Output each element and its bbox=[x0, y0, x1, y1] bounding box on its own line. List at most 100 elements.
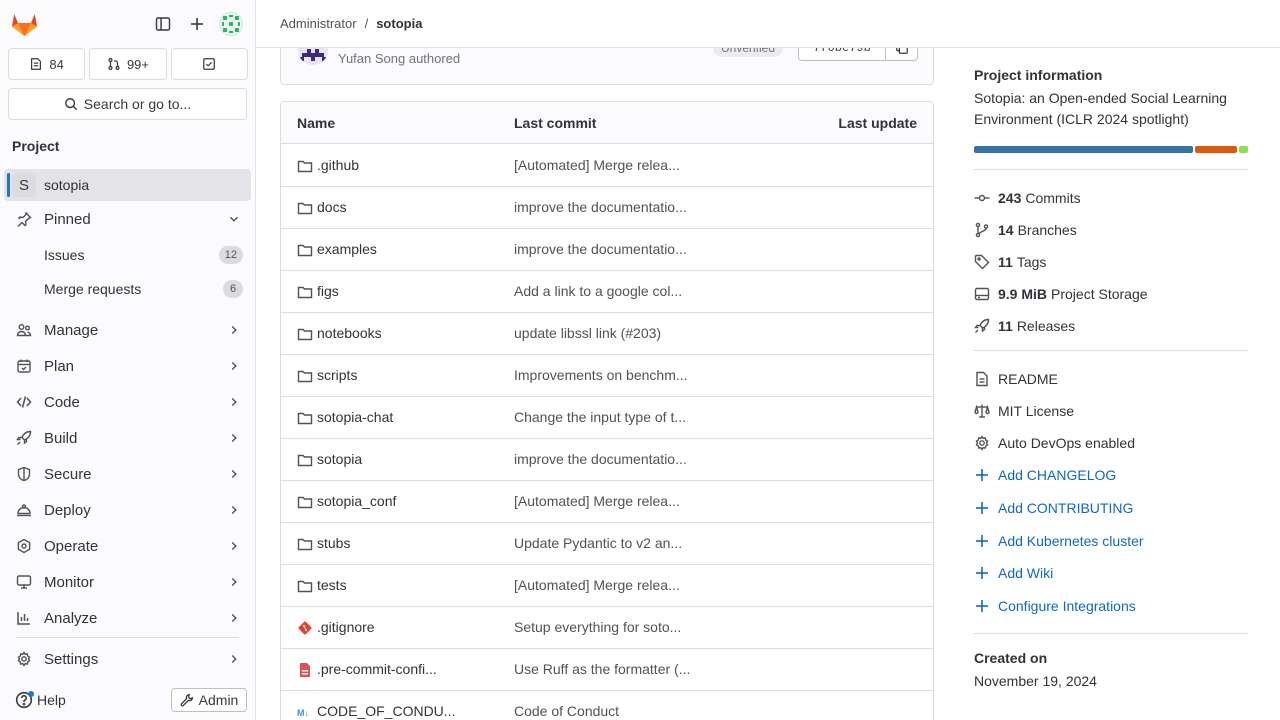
table-row[interactable]: sotopia-chat Change the input type of t..… bbox=[281, 397, 933, 439]
add-contributing-link[interactable]: Add CONTRIBUTING bbox=[974, 498, 1133, 518]
chevron-right-icon bbox=[231, 614, 237, 622]
commit-message-link[interactable]: improve the documentatio... bbox=[514, 199, 687, 215]
file-link-label: Auto DevOps enabled bbox=[998, 435, 1135, 451]
issues-badge: 12 bbox=[218, 246, 243, 264]
sidebar-item-monitor[interactable]: Monitor bbox=[4, 566, 251, 598]
file-name-link[interactable]: notebooks bbox=[317, 325, 382, 341]
sidebar-item-merge-requests[interactable]: Merge requests 6 bbox=[4, 273, 251, 305]
license-link[interactable]: MIT License bbox=[974, 401, 1074, 421]
notification-dot bbox=[28, 691, 34, 697]
table-row[interactable]: figs Add a link to a google col... bbox=[281, 271, 933, 313]
table-row[interactable]: docs improve the documentatio... bbox=[281, 187, 933, 229]
table-row[interactable]: .pre-commit-confi... Use Ruff as the form… bbox=[281, 649, 933, 691]
issues-count-button[interactable]: 84 bbox=[8, 48, 86, 80]
commit-message-link[interactable]: update libssl link (#203) bbox=[514, 325, 661, 341]
sidebar-item-code[interactable]: Code bbox=[4, 386, 251, 418]
sidebar-project-item[interactable]: S sotopia bbox=[4, 169, 251, 201]
readme-link[interactable]: README bbox=[974, 369, 1058, 389]
sidebar-item-build[interactable]: Build bbox=[4, 422, 251, 454]
add-kubernetes-cluster-link[interactable]: Add Kubernetes cluster bbox=[974, 531, 1144, 551]
table-row[interactable]: stubs Update Pydantic to v2 an... bbox=[281, 523, 933, 565]
help-button[interactable]: Help bbox=[15, 691, 66, 709]
file-name-link[interactable]: docs bbox=[317, 199, 347, 215]
commit-message-link[interactable]: [Automated] Merge relea... bbox=[514, 157, 680, 173]
file-name-link[interactable]: stubs bbox=[317, 535, 350, 551]
search-button[interactable]: Search or go to... bbox=[8, 88, 247, 120]
table-row[interactable]: .github [Automated] Merge relea... bbox=[281, 145, 933, 187]
breadcrumb-current-link[interactable]: sotopia bbox=[376, 16, 422, 31]
merge-requests-count-button[interactable]: 99+ bbox=[89, 48, 167, 80]
issues-icon bbox=[31, 58, 42, 70]
table-row[interactable]: sotopia_conf [Automated] Merge relea... bbox=[281, 481, 933, 523]
commit-message-link[interactable]: [Automated] Merge relea... bbox=[514, 577, 680, 593]
table-row[interactable]: sotopia improve the documentatio... bbox=[281, 439, 933, 481]
sidebar-item-label: Settings bbox=[44, 650, 99, 668]
add-link-label: Add CHANGELOG bbox=[998, 467, 1117, 483]
stat-storage[interactable]: 9.9 MiB Project Storage bbox=[974, 284, 1148, 304]
sidebar-item-pinned[interactable]: Pinned bbox=[4, 203, 251, 235]
folder-icon bbox=[297, 368, 313, 384]
table-row[interactable]: tests [Automated] Merge relea... bbox=[281, 565, 933, 607]
table-row[interactable]: M↓ CODE_OF_CONDU... Code of Conduct bbox=[281, 691, 933, 720]
commit-message-link[interactable]: Improvements on benchm... bbox=[514, 367, 688, 383]
file-name-link[interactable]: sotopia_conf bbox=[317, 493, 396, 509]
document-icon bbox=[976, 371, 988, 387]
stat-branches[interactable]: 14 Branches bbox=[974, 220, 1077, 240]
user-avatar[interactable] bbox=[219, 12, 243, 36]
language-segment[interactable] bbox=[1238, 146, 1248, 153]
commit-message-link[interactable]: improve the documentatio... bbox=[514, 241, 687, 257]
file-name-link[interactable]: examples bbox=[317, 241, 377, 257]
table-row[interactable]: .gitignore Setup everything for soto... bbox=[281, 607, 933, 649]
file-name-link[interactable]: sotopia-chat bbox=[317, 409, 393, 425]
file-name-link[interactable]: scripts bbox=[317, 367, 357, 383]
sidebar-item-plan[interactable]: Plan bbox=[4, 350, 251, 382]
gitlab-logo-icon[interactable] bbox=[11, 11, 38, 37]
configure-integrations-link[interactable]: Configure Integrations bbox=[974, 596, 1136, 616]
sidebar-item-deploy[interactable]: Deploy bbox=[4, 494, 251, 526]
sidebar-item-manage[interactable]: Manage bbox=[4, 314, 251, 346]
add-changelog-link[interactable]: Add CHANGELOG bbox=[974, 465, 1116, 485]
settings-icon bbox=[975, 435, 989, 451]
stat-tags[interactable]: 11 Tags bbox=[974, 252, 1046, 272]
file-name-link[interactable]: figs bbox=[317, 283, 339, 299]
sidebar-item-operate[interactable]: Operate bbox=[4, 530, 251, 562]
file-name-link[interactable]: .github bbox=[317, 157, 359, 173]
stat-commits[interactable]: 243 Commits bbox=[974, 188, 1081, 208]
commit-message-link[interactable]: Setup everything for soto... bbox=[514, 619, 681, 635]
commit-message-link[interactable]: Update Pydantic to v2 an... bbox=[514, 535, 682, 551]
file-name-link[interactable]: tests bbox=[317, 577, 347, 593]
commit-message-link[interactable]: Use Ruff as the formatter (... bbox=[514, 661, 690, 677]
sidebar-item-settings[interactable]: Settings bbox=[4, 643, 251, 675]
stat-releases[interactable]: 11 Releases bbox=[974, 316, 1075, 336]
file-name-link[interactable]: sotopia bbox=[317, 451, 362, 467]
commit-message-link[interactable]: Change the input type of t... bbox=[514, 409, 686, 425]
sidebar: 84 99+ Search or go to... Project S soto… bbox=[0, 0, 256, 720]
sidebar-item-secure[interactable]: Secure bbox=[4, 458, 251, 490]
table-row[interactable]: notebooks update libssl link (#203) bbox=[281, 313, 933, 355]
commit-message-link[interactable]: Add a link to a google col... bbox=[514, 283, 682, 299]
code-icon bbox=[16, 396, 32, 408]
sidebar-item-issues[interactable]: Issues 12 bbox=[4, 239, 251, 271]
add-wiki-link[interactable]: Add Wiki bbox=[974, 563, 1053, 583]
auto-devops-link[interactable]: Auto DevOps enabled bbox=[974, 433, 1135, 453]
todo-button[interactable] bbox=[170, 48, 248, 80]
table-row[interactable]: examples improve the documentatio... bbox=[281, 229, 933, 271]
create-new-icon[interactable] bbox=[186, 13, 208, 35]
commit-message-link[interactable]: Code of Conduct bbox=[514, 703, 619, 719]
file-name-link[interactable]: .pre-commit-confi... bbox=[317, 661, 437, 677]
admin-button[interactable]: Admin bbox=[171, 688, 247, 712]
file-name-link[interactable]: CODE_OF_CONDU... bbox=[317, 703, 455, 719]
svg-text:M↓: M↓ bbox=[297, 708, 309, 718]
table-row[interactable]: scripts Improvements on benchm... bbox=[281, 355, 933, 397]
language-segment[interactable] bbox=[974, 146, 1193, 153]
language-segment[interactable] bbox=[1194, 146, 1237, 153]
commit-message-link[interactable]: improve the documentatio... bbox=[514, 451, 687, 467]
project-description: Sotopia: an Open-ended Social Learning E… bbox=[974, 90, 1227, 127]
commit-message-link[interactable]: [Automated] Merge relea... bbox=[514, 493, 680, 509]
repository-language-bar[interactable] bbox=[974, 146, 1248, 153]
collapse-sidebar-icon[interactable] bbox=[152, 13, 174, 35]
breadcrumb-parent-link[interactable]: Administrator bbox=[280, 16, 357, 31]
file-name-link[interactable]: .gitignore bbox=[317, 619, 375, 635]
admin-wrench-icon bbox=[180, 693, 193, 707]
sidebar-item-analyze[interactable]: Analyze bbox=[4, 602, 251, 634]
